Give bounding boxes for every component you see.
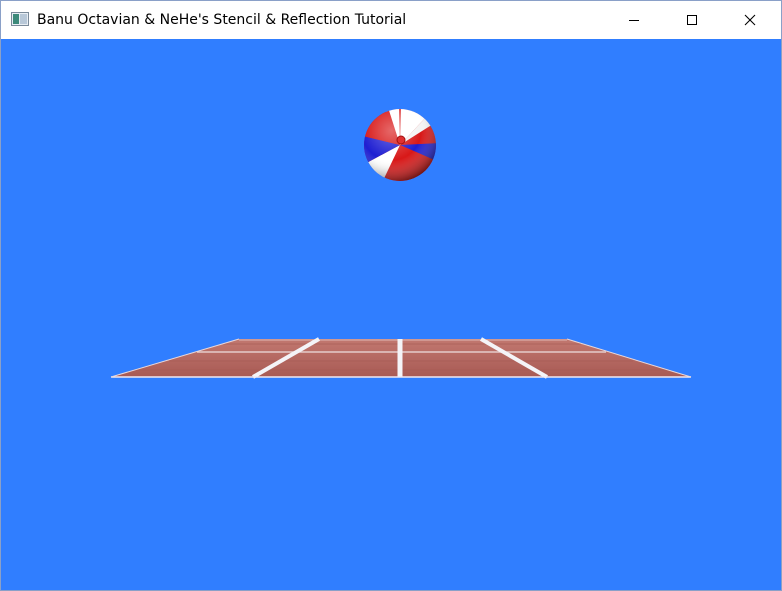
title-bar[interactable]: Banu Octavian & NeHe's Stencil & Reflect… [1,1,781,39]
window-app-icon [11,12,29,26]
close-button[interactable] [721,1,779,39]
maximize-icon [687,15,697,25]
beach-ball [364,109,436,181]
maximize-button[interactable] [663,1,721,39]
minimize-button[interactable] [605,1,663,39]
app-window: Banu Octavian & NeHe's Stencil & Reflect… [0,0,782,591]
reflective-floor [110,337,692,379]
minimize-icon [629,20,639,21]
close-icon [744,14,756,26]
opengl-viewport[interactable] [1,39,781,590]
window-title: Banu Octavian & NeHe's Stencil & Reflect… [37,12,407,28]
rendered-scene [110,109,692,379]
